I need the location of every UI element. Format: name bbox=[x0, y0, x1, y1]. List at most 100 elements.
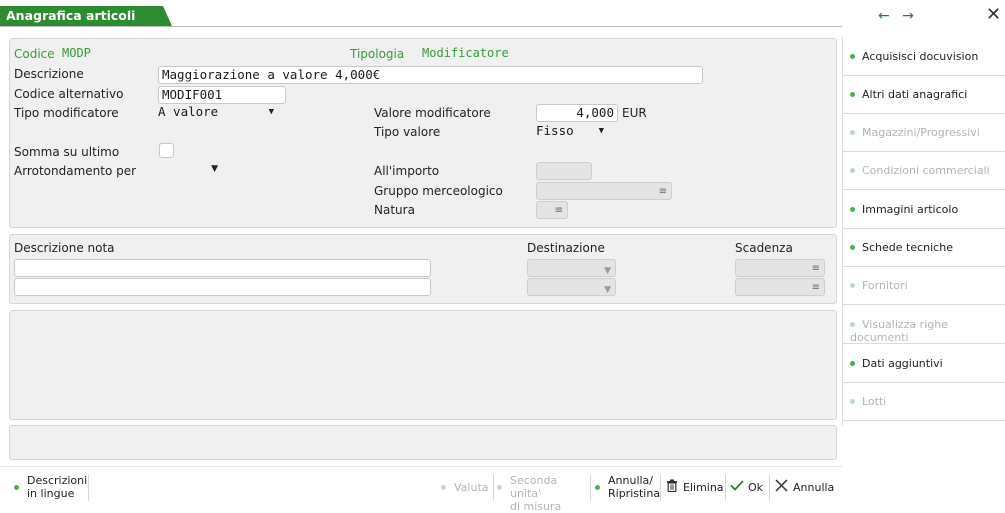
tipo-modificatore-select[interactable]: A valore ▼ bbox=[158, 104, 278, 122]
button-separator bbox=[660, 474, 661, 501]
annulla-rip-line1: Annulla/ bbox=[608, 474, 653, 487]
elimina-button[interactable]: Elimina bbox=[665, 472, 724, 503]
sidebar-item-fornitori[interactable]: Fornitori bbox=[842, 267, 1005, 305]
gruppo-merceologico-label: Gruppo merceologico bbox=[374, 184, 503, 198]
sidebar-item-altri-dati-anagrafici[interactable]: Altri dati anagrafici bbox=[842, 76, 1005, 114]
status-dot-icon bbox=[850, 283, 855, 288]
sidebar-item-dati-aggiuntivi[interactable]: Dati aggiuntivi bbox=[842, 345, 1005, 383]
status-dot-icon bbox=[850, 130, 855, 135]
codice-label: Codice bbox=[14, 47, 55, 61]
bottom-bar-divider bbox=[0, 466, 842, 467]
empty-footer-panel bbox=[9, 425, 837, 460]
dropdown-caret-icon: ▼ bbox=[604, 266, 611, 276]
status-dot-icon bbox=[850, 168, 855, 173]
elimina-label: Elimina bbox=[683, 481, 724, 494]
all-importo-label: All'importo bbox=[374, 164, 440, 178]
status-dot-icon bbox=[850, 92, 855, 97]
somma-su-ultimo-label: Somma su ultimo bbox=[14, 145, 120, 159]
button-separator bbox=[725, 474, 726, 501]
dropdown-caret-icon: ▼ bbox=[211, 164, 218, 174]
nota-row-2-input[interactable] bbox=[14, 278, 431, 296]
list-lookup-icon[interactable]: ≡ bbox=[812, 280, 820, 296]
status-dot-icon bbox=[850, 54, 855, 59]
annulla-label: Annulla bbox=[793, 481, 835, 494]
status-dot-icon bbox=[441, 485, 446, 490]
valore-modificatore-label: Valore modificatore bbox=[374, 106, 491, 120]
destinazione-row-1-select[interactable]: ▼ bbox=[527, 259, 616, 277]
tipo-valore-value: Fisso bbox=[536, 123, 574, 138]
scadenza-row-2-input[interactable]: ≡ bbox=[735, 278, 825, 296]
sidebar-item-magazzini-progressivi[interactable]: Magazzini/Progressivi bbox=[842, 114, 1005, 152]
list-lookup-icon[interactable]: ≡ bbox=[812, 261, 820, 277]
window-title-tab: Anagrafica articoli bbox=[0, 6, 172, 26]
status-dot-icon bbox=[850, 361, 855, 366]
nav-arrows-icon[interactable]: ← → bbox=[878, 8, 918, 24]
sidebar-item-immagini-articolo[interactable]: Immagini articolo bbox=[842, 191, 1005, 229]
seconda-unita-button[interactable]: Seconda unita' di misura bbox=[497, 472, 587, 513]
sidebar-item-acquisisci-docuvision[interactable]: Acquisisci docuvision bbox=[842, 38, 1005, 76]
sidebar-item-visualizza-righe-documenti[interactable]: Visualizza righe documenti bbox=[842, 306, 1005, 344]
gruppo-merceologico-input[interactable]: ≡ bbox=[536, 182, 672, 200]
natura-label: Natura bbox=[374, 203, 415, 217]
all-importo-input[interactable] bbox=[536, 162, 592, 180]
window-title: Anagrafica articoli bbox=[6, 8, 136, 23]
scadenza-row-1-input[interactable]: ≡ bbox=[735, 259, 825, 277]
status-dot-icon bbox=[497, 485, 502, 490]
descrizione-label: Descrizione bbox=[14, 67, 84, 81]
arrotondamento-select[interactable]: ▼ bbox=[158, 161, 222, 179]
status-dot-icon bbox=[850, 399, 855, 404]
check-icon bbox=[730, 480, 744, 494]
tipo-modificatore-label: Tipo modificatore bbox=[14, 106, 119, 120]
ok-label: Ok bbox=[748, 481, 764, 494]
list-lookup-icon[interactable]: ≡ bbox=[659, 184, 667, 200]
nota-row-1-input[interactable] bbox=[14, 259, 431, 277]
empty-content-panel bbox=[9, 310, 837, 420]
descrizione-input[interactable]: Maggiorazione a valore 4,000€ bbox=[158, 66, 703, 84]
button-separator bbox=[88, 474, 89, 501]
arrotondamento-label: Arrotondamento per bbox=[14, 164, 137, 178]
codice-alternativo-label: Codice alternativo bbox=[14, 87, 124, 101]
destinazione-label: Destinazione bbox=[527, 241, 605, 255]
descrizioni-line2: in lingue bbox=[27, 487, 75, 500]
valore-modificatore-unit: EUR bbox=[622, 106, 647, 120]
descrizione-nota-label: Descrizione nota bbox=[14, 241, 115, 255]
sidebar-item-schede-tecniche[interactable]: Schede tecniche bbox=[842, 229, 1005, 267]
valore-modificatore-input[interactable]: 4,000 bbox=[536, 104, 618, 122]
dropdown-caret-icon: ▼ bbox=[604, 285, 611, 295]
tipologia-value: Modificatore bbox=[422, 46, 509, 60]
destinazione-row-2-select[interactable]: ▼ bbox=[527, 278, 616, 296]
annulla-ripristina-button[interactable]: Annulla/ Ripristina bbox=[595, 472, 663, 503]
sidebar-item-lotti[interactable]: Lotti bbox=[842, 383, 1005, 421]
trash-icon bbox=[666, 479, 678, 495]
descrizione-value: Maggiorazione a valore 4,000€ bbox=[162, 67, 381, 82]
descrizioni-in-lingue-button[interactable]: Descrizioni in lingue bbox=[14, 472, 94, 503]
natura-input[interactable]: ≡ bbox=[536, 201, 568, 219]
status-dot-icon bbox=[595, 485, 600, 490]
seconda-line2: di misura bbox=[510, 500, 562, 513]
ok-button[interactable]: Ok bbox=[730, 472, 768, 503]
cross-icon bbox=[775, 479, 788, 495]
tipo-modificatore-value: A valore bbox=[158, 104, 219, 119]
button-separator bbox=[590, 474, 591, 501]
valuta-button[interactable]: Valuta bbox=[441, 472, 489, 503]
annulla-rip-line2: Ripristina bbox=[608, 487, 661, 500]
dropdown-caret-icon: ▼ bbox=[268, 107, 274, 117]
scadenza-label: Scadenza bbox=[735, 241, 793, 255]
status-dot-icon bbox=[850, 207, 855, 212]
descrizioni-line1: Descrizioni bbox=[27, 474, 88, 487]
valore-modificatore-value: 4,000 bbox=[576, 105, 614, 120]
tipo-valore-select[interactable]: Fisso ▼ bbox=[536, 123, 608, 141]
codice-alternativo-input[interactable]: MODIF001 bbox=[158, 86, 286, 104]
codice-alternativo-value: MODIF001 bbox=[162, 87, 223, 102]
codice-value: MODP bbox=[62, 46, 91, 60]
status-dot-icon bbox=[14, 485, 19, 490]
valuta-label: Valuta bbox=[454, 481, 489, 494]
tipo-valore-label: Tipo valore bbox=[374, 125, 441, 139]
somma-su-ultimo-checkbox[interactable] bbox=[159, 143, 174, 158]
button-separator bbox=[493, 474, 494, 501]
tipologia-label: Tipologia bbox=[350, 47, 405, 61]
sidebar-item-condizioni-commerciali[interactable]: Condizioni commerciali bbox=[842, 152, 1005, 190]
annulla-button[interactable]: Annulla bbox=[775, 472, 837, 503]
list-lookup-icon[interactable]: ≡ bbox=[555, 203, 563, 219]
close-icon[interactable]: ✕ bbox=[986, 4, 1001, 25]
